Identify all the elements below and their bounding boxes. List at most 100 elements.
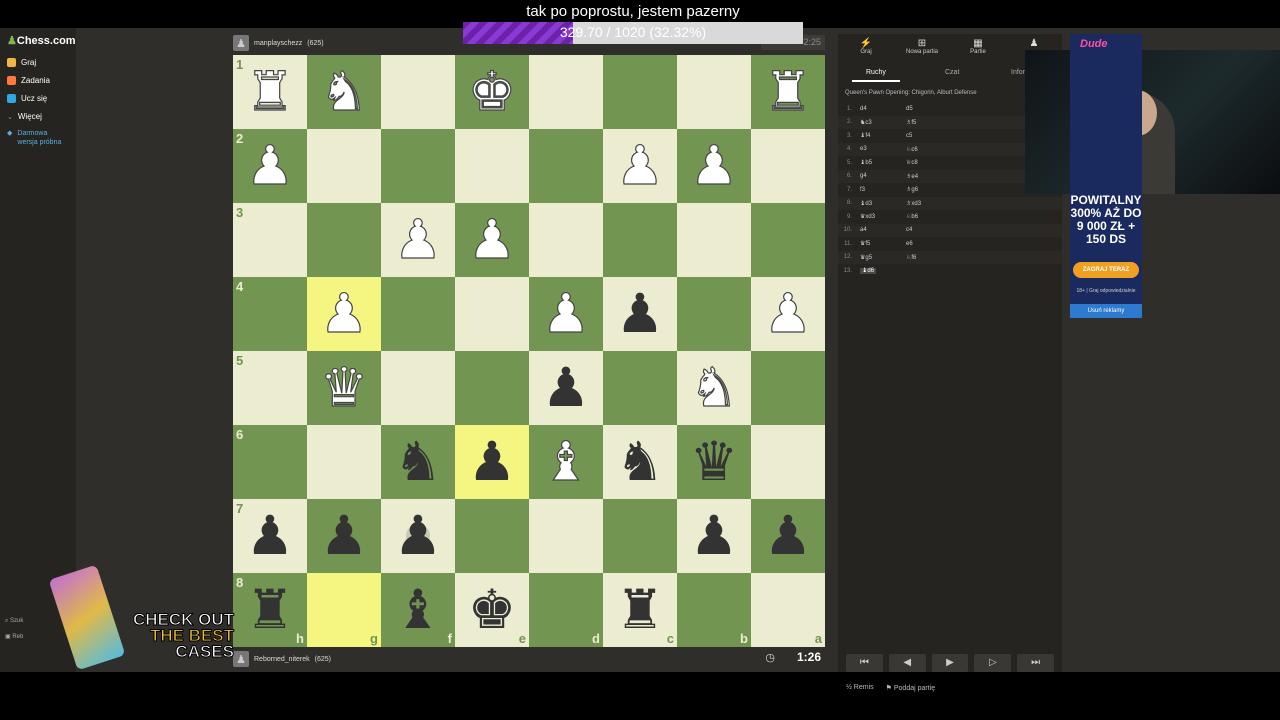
white-king-icon[interactable]: ♚ <box>455 55 529 129</box>
nav-item-more[interactable]: ⌄ Więcej <box>7 112 42 121</box>
ad-banner[interactable]: Dude POWITALNY 300% AŻ DO 9 000 ZŁ + 150… <box>1070 34 1142 318</box>
black-move[interactable]: ♗g6 <box>906 186 952 193</box>
square-a4[interactable]: ♟ <box>751 277 825 351</box>
square-a6[interactable] <box>751 425 825 499</box>
square-b8[interactable]: b <box>677 573 751 647</box>
resign-button[interactable]: ⚑ Poddaj partię <box>886 684 936 692</box>
avatar[interactable]: ♟ <box>233 651 249 667</box>
white-pawn-icon[interactable]: ♟ <box>233 129 307 203</box>
square-g5[interactable]: ♛ <box>307 351 381 425</box>
square-c1[interactable] <box>603 55 677 129</box>
black-move[interactable]: ♗e4 <box>906 173 952 180</box>
first-move-button[interactable]: ⏮ <box>846 654 883 672</box>
square-f5[interactable] <box>381 351 455 425</box>
square-g2[interactable] <box>307 129 381 203</box>
top-player-name[interactable]: manplayschezz <box>254 40 302 47</box>
square-d5[interactable]: ♟ <box>529 351 603 425</box>
white-bishop-icon[interactable]: ♝ <box>529 425 603 499</box>
square-d8[interactable]: d <box>529 573 603 647</box>
square-e7[interactable] <box>455 499 529 573</box>
square-h7[interactable]: 7 ♟ <box>233 499 307 573</box>
white-pawn-icon[interactable]: ♟ <box>751 277 825 351</box>
square-g1[interactable]: ♞ <box>307 55 381 129</box>
white-pawn-icon[interactable]: ♟ <box>381 203 455 277</box>
square-h4[interactable]: 4 <box>233 277 307 351</box>
panel-tab-3[interactable]: ♟ <box>1012 38 1056 49</box>
chess-board[interactable]: 1 ♜ ♞ ♚ ♜ 2 ♟ ♟ ♟ 3 ♟ ♟ 4 ♟ ♟ ♟ ♟ 5 ♛ ♟ ♞ 6 ♞ ♟ ♝ ♞ ♛ 7 ♟ ♟ ♟ ♟ ♟ 8 h ♜ g f ♝ e… <box>233 55 825 647</box>
nav-item-play[interactable]: Graj <box>7 58 36 67</box>
square-c5[interactable] <box>603 351 677 425</box>
white-move[interactable]: a4 <box>860 227 906 233</box>
black-move[interactable]: ♘f6 <box>906 254 952 261</box>
white-pawn-icon[interactable]: ♟ <box>603 129 677 203</box>
black-move[interactable]: c4 <box>906 227 952 233</box>
black-pawn-icon[interactable]: ♟ <box>751 499 825 573</box>
white-move[interactable]: ♞c3 <box>860 119 906 126</box>
square-h2[interactable]: 2 ♟ <box>233 129 307 203</box>
square-c2[interactable]: ♟ <box>603 129 677 203</box>
black-bishop-icon[interactable]: ♝ <box>381 573 455 647</box>
panel-tab-0[interactable]: ⚡ Graj <box>844 38 888 55</box>
chess-logo[interactable]: ♟Chess.com <box>7 34 76 47</box>
black-move[interactable]: ♗xd3 <box>906 200 952 207</box>
square-f6[interactable]: ♞ <box>381 425 455 499</box>
draw-button[interactable]: ½ Remis <box>846 684 874 692</box>
square-e3[interactable]: ♟ <box>455 203 529 277</box>
square-f2[interactable] <box>381 129 455 203</box>
square-g7[interactable]: ♟ <box>307 499 381 573</box>
square-f4[interactable] <box>381 277 455 351</box>
square-d1[interactable] <box>529 55 603 129</box>
nav-item-free-trial[interactable]: ◆ Darmowa wersja próbna <box>7 129 69 147</box>
square-e6[interactable]: ♟ <box>455 425 529 499</box>
square-h5[interactable]: 5 <box>233 351 307 425</box>
square-c6[interactable]: ♞ <box>603 425 677 499</box>
white-move[interactable]: ♝d3 <box>860 200 906 207</box>
remove-ads-button[interactable]: Usuń reklamy <box>1070 304 1142 318</box>
black-pawn-icon[interactable]: ♟ <box>677 499 751 573</box>
nav-item-puzzles[interactable]: Zadania <box>7 76 50 85</box>
black-pawn-icon[interactable]: ♟ <box>455 425 529 499</box>
square-a2[interactable] <box>751 129 825 203</box>
black-pawn-icon[interactable]: ♟ <box>307 499 381 573</box>
square-a8[interactable]: a <box>751 573 825 647</box>
search-item[interactable]: ⌕ Szuk <box>5 618 23 625</box>
bottom-player-name[interactable]: Reborned_niterek <box>254 656 310 663</box>
square-g6[interactable] <box>307 425 381 499</box>
black-move[interactable]: ♗f5 <box>906 119 952 126</box>
square-b4[interactable] <box>677 277 751 351</box>
white-queen-icon[interactable]: ♛ <box>307 351 381 425</box>
next-move-button[interactable]: ▷ <box>974 654 1012 672</box>
square-c4[interactable]: ♟ <box>603 277 677 351</box>
square-a3[interactable] <box>751 203 825 277</box>
white-pawn-icon[interactable]: ♟ <box>529 277 603 351</box>
square-e4[interactable] <box>455 277 529 351</box>
black-pawn-icon[interactable]: ♟ <box>603 277 677 351</box>
square-b2[interactable]: ♟ <box>677 129 751 203</box>
white-move[interactable]: ♝d6 <box>860 267 906 275</box>
square-e5[interactable] <box>455 351 529 425</box>
avatar[interactable]: ♟ <box>233 35 249 51</box>
square-b1[interactable] <box>677 55 751 129</box>
square-d3[interactable] <box>529 203 603 277</box>
square-e1[interactable]: ♚ <box>455 55 529 129</box>
square-e2[interactable] <box>455 129 529 203</box>
black-move[interactable]: d5 <box>906 106 952 112</box>
square-c3[interactable] <box>603 203 677 277</box>
square-d7[interactable] <box>529 499 603 573</box>
square-b5[interactable]: ♞ <box>677 351 751 425</box>
square-f8[interactable]: f ♝ <box>381 573 455 647</box>
square-c8[interactable]: c ♜ <box>603 573 677 647</box>
square-b7[interactable]: ♟ <box>677 499 751 573</box>
play-button[interactable]: ▶ <box>931 654 969 672</box>
white-pawn-icon[interactable]: ♟ <box>677 129 751 203</box>
white-pawn-icon[interactable]: ♟ <box>455 203 529 277</box>
square-e8[interactable]: e ♚ <box>455 573 529 647</box>
prev-move-button[interactable]: ◀ <box>888 654 926 672</box>
white-move[interactable]: ♛g5 <box>860 254 906 261</box>
square-h3[interactable]: 3 <box>233 203 307 277</box>
white-knight-icon[interactable]: ♞ <box>677 351 751 425</box>
black-pawn-icon[interactable]: ♟ <box>233 499 307 573</box>
white-move[interactable]: ♛f5 <box>860 240 906 247</box>
square-h1[interactable]: 1 ♜ <box>233 55 307 129</box>
square-b3[interactable] <box>677 203 751 277</box>
